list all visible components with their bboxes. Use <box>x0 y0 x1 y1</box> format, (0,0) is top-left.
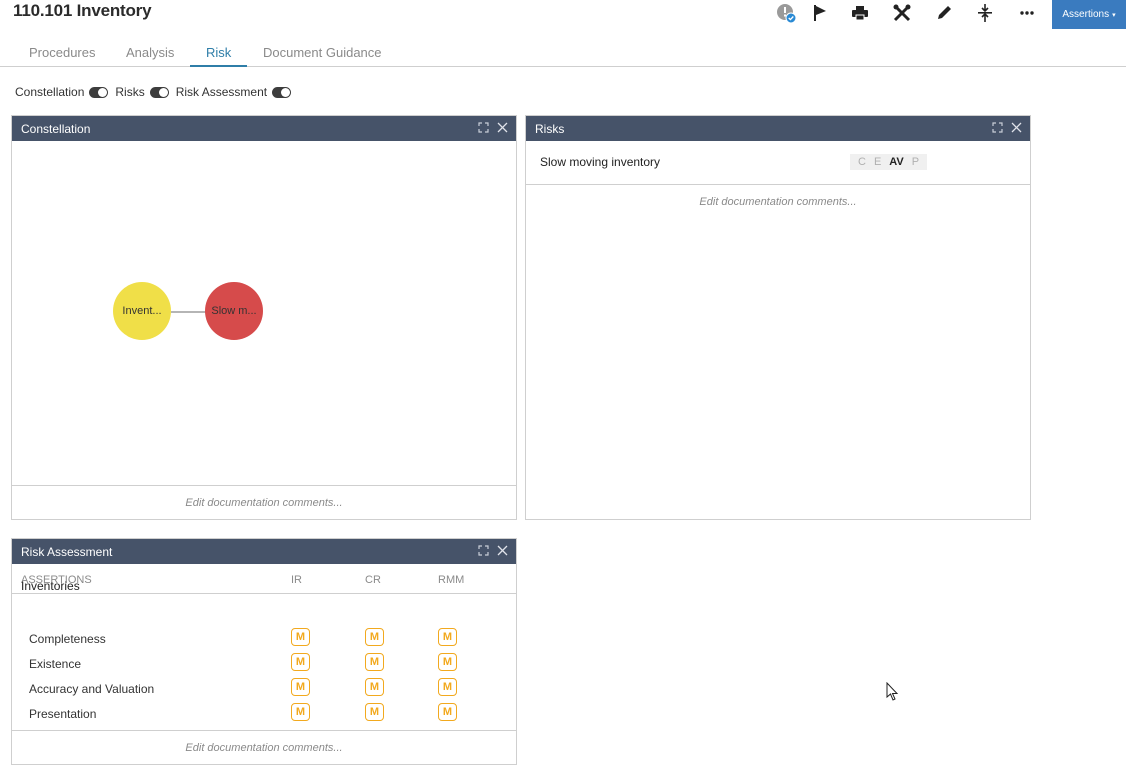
toggle-label-risks: Risks <box>115 85 145 99</box>
rmm-badge[interactable]: M <box>438 703 457 721</box>
flag-icon[interactable] <box>808 2 832 24</box>
risk-assessment-header: Risk Assessment <box>12 539 516 564</box>
tab-risk[interactable]: Risk <box>206 45 231 60</box>
risks-panel: Risks Slow moving inventory C E AV P Edi… <box>525 115 1031 520</box>
panel-title: Risk Assessment <box>21 544 113 559</box>
expand-icon[interactable] <box>991 121 1003 133</box>
toggle-risk-assessment[interactable] <box>272 86 292 98</box>
ir-badge[interactable]: M <box>291 628 310 646</box>
active-tab-indicator <box>190 65 247 67</box>
constellation-node-slow-moving[interactable]: Slow m... <box>205 282 263 340</box>
risks-comments[interactable]: Edit documentation comments... <box>526 185 1030 219</box>
risk-item[interactable]: Slow moving inventory C E AV P <box>526 141 1030 185</box>
assertion-chip-e[interactable]: E <box>870 156 885 168</box>
rmm-badge[interactable]: M <box>438 678 457 696</box>
risk-name: Slow moving inventory <box>540 155 661 169</box>
page-title: 110.101 Inventory <box>13 1 152 20</box>
assertion-chip-av[interactable]: AV <box>885 156 907 168</box>
constellation-comments[interactable]: Edit documentation comments... <box>12 485 516 519</box>
table-row: Completeness M M M <box>12 626 516 651</box>
column-header-ir: IR <box>291 574 302 586</box>
assertion-label: Completeness <box>29 632 106 646</box>
constellation-edge <box>171 311 207 313</box>
collapse-icon[interactable] <box>973 2 997 24</box>
ir-badge[interactable]: M <box>291 678 310 696</box>
table-header: ASSERTIONS IR CR RMM <box>12 564 516 594</box>
expand-icon[interactable] <box>477 544 489 556</box>
risk-assessment-comments[interactable]: Edit documentation comments... <box>12 730 516 764</box>
panel-title: Constellation <box>21 121 91 136</box>
toggle-constellation[interactable] <box>89 86 109 98</box>
table-row: Presentation M M M <box>12 701 516 726</box>
status-alert-check-icon[interactable] <box>774 2 798 24</box>
close-icon[interactable] <box>1010 121 1022 133</box>
caret-down-icon: ▾ <box>1112 11 1116 19</box>
rmm-badge[interactable]: M <box>438 628 457 646</box>
tab-document-guidance[interactable]: Document Guidance <box>263 45 382 60</box>
risk-assertion-chips: C E AV P <box>850 154 928 170</box>
constellation-node-inventory[interactable]: Invent... <box>113 282 171 340</box>
cr-badge[interactable]: M <box>365 703 384 721</box>
table-row: Accuracy and Valuation M M M <box>12 676 516 701</box>
panel-toggles: Constellation Risks Risk Assessment <box>15 85 298 99</box>
assertion-chip-c[interactable]: C <box>854 156 870 168</box>
constellation-panel: Constellation Invent... Slow m... Edit d… <box>11 115 517 520</box>
close-icon[interactable] <box>496 121 508 133</box>
assertion-group-label: Inventories <box>21 579 80 593</box>
assertions-button[interactable]: Assertions ▾ <box>1052 0 1126 29</box>
assertion-label: Existence <box>29 657 82 671</box>
table-row: Existence M M M <box>12 651 516 676</box>
column-header-rmm: RMM <box>438 574 465 586</box>
pencil-icon[interactable] <box>932 2 956 24</box>
risk-assessment-panel: Risk Assessment ASSERTIONS IR CR RMM Inv… <box>11 538 517 765</box>
tab-analysis[interactable]: Analysis <box>126 45 174 60</box>
cr-badge[interactable]: M <box>365 628 384 646</box>
assertion-label: Presentation <box>29 707 97 721</box>
ir-badge[interactable]: M <box>291 703 310 721</box>
mouse-cursor-icon <box>886 681 900 707</box>
toggle-risks[interactable] <box>149 86 169 98</box>
risks-header: Risks <box>526 116 1030 141</box>
node-label: Slow m... <box>211 305 257 317</box>
assertion-label: Accuracy and Valuation <box>29 682 155 696</box>
toggle-label-constellation: Constellation <box>15 85 85 99</box>
tools-icon[interactable] <box>890 2 914 24</box>
column-header-cr: CR <box>365 574 381 586</box>
ir-badge[interactable]: M <box>291 653 310 671</box>
print-icon[interactable] <box>848 2 872 24</box>
cr-badge[interactable]: M <box>365 653 384 671</box>
constellation-header: Constellation <box>12 116 516 141</box>
tab-procedures[interactable]: Procedures <box>29 45 95 60</box>
assertion-chip-p[interactable]: P <box>908 156 923 168</box>
expand-icon[interactable] <box>477 121 489 133</box>
rmm-badge[interactable]: M <box>438 653 457 671</box>
toggle-label-risk-assessment: Risk Assessment <box>175 85 268 99</box>
panel-title: Risks <box>535 121 565 136</box>
assertions-label: Assertions <box>1062 9 1110 20</box>
close-icon[interactable] <box>496 544 508 556</box>
cr-badge[interactable]: M <box>365 678 384 696</box>
tab-bar: Procedures Analysis Risk Document Guidan… <box>0 40 1126 67</box>
node-label: Invent... <box>122 305 162 317</box>
more-icon[interactable] <box>1015 2 1039 24</box>
